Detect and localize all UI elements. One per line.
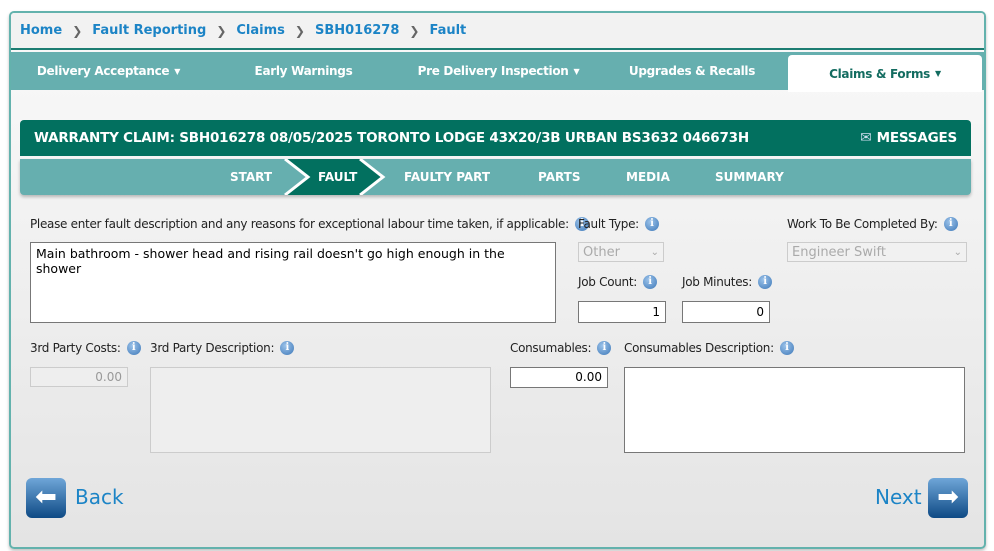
- back-button[interactable]: Back: [75, 485, 124, 509]
- fault-description-label: Please enter fault description and any r…: [30, 217, 589, 231]
- envelope-icon: ✉: [860, 130, 872, 146]
- label-text: 3rd Party Costs:: [30, 341, 121, 355]
- label-text: 3rd Party Description:: [150, 341, 275, 355]
- caret-down-icon: ▼: [573, 66, 580, 76]
- chevron-right-icon: ❯: [294, 23, 305, 38]
- chevron-down-icon: ⌄: [953, 246, 962, 258]
- label-text: Job Minutes:: [682, 275, 752, 289]
- consumables-label: Consumables: i: [510, 341, 612, 355]
- job-count-label: Job Count: i: [578, 275, 657, 289]
- messages-button[interactable]: ✉ MESSAGES: [860, 120, 957, 156]
- breadcrumb-claims[interactable]: Claims: [236, 23, 285, 38]
- label-text: Consumables:: [510, 341, 592, 355]
- info-icon[interactable]: i: [758, 275, 772, 289]
- info-icon[interactable]: i: [597, 341, 612, 355]
- wizard-steps: START FAULT FAULTY PART PARTS MEDIA SUMM…: [20, 159, 971, 195]
- job-minutes-label: Job Minutes: i: [682, 275, 772, 289]
- breadcrumb-claim[interactable]: SBH016278: [315, 23, 399, 38]
- nav-pre-delivery-inspection[interactable]: Pre Delivery Inspection ▼: [401, 52, 596, 90]
- nav-delivery-acceptance[interactable]: Delivery Acceptance ▼: [11, 52, 206, 90]
- chevron-right-icon: ❯: [216, 23, 227, 38]
- chevron-down-icon: ⌄: [650, 246, 659, 258]
- step-fault[interactable]: FAULT: [318, 159, 357, 195]
- label-text: Fault Type:: [578, 217, 639, 231]
- next-arrow-icon[interactable]: ➡: [928, 478, 968, 518]
- work-by-label: Work To Be Completed By: i: [787, 217, 958, 231]
- consumables-description-textarea[interactable]: [624, 367, 965, 453]
- third-party-description-label: 3rd Party Description: i: [150, 341, 295, 355]
- fault-description-textarea[interactable]: Main bathroom - shower head and rising r…: [30, 242, 556, 323]
- third-party-costs-label: 3rd Party Costs: i: [30, 341, 141, 355]
- caret-down-icon: ▼: [935, 69, 941, 78]
- step-start[interactable]: START: [230, 159, 272, 195]
- info-icon[interactable]: i: [280, 341, 295, 355]
- info-icon[interactable]: i: [644, 217, 659, 231]
- label-text: Please enter fault description and any r…: [30, 217, 569, 231]
- messages-label: MESSAGES: [876, 130, 958, 146]
- info-icon[interactable]: i: [126, 341, 141, 355]
- step-summary[interactable]: SUMMARY: [715, 159, 784, 195]
- nav-label: Claims & Forms: [829, 66, 931, 81]
- nav-upgrades-recalls[interactable]: Upgrades & Recalls: [596, 52, 788, 90]
- fault-type-select[interactable]: Other ⌄: [578, 242, 664, 262]
- chevron-right-icon: ❯: [72, 23, 83, 38]
- nav-label: Early Warnings: [254, 64, 353, 78]
- nav-label: Pre Delivery Inspection: [417, 64, 569, 78]
- step-faulty-part[interactable]: FAULTY PART: [404, 159, 490, 195]
- main-nav: Delivery Acceptance ▼ Early Warnings Pre …: [11, 52, 984, 92]
- nav-early-warnings[interactable]: Early Warnings: [206, 52, 401, 90]
- job-count-input[interactable]: 1: [578, 301, 666, 323]
- chevron-right-icon: ❯: [409, 23, 420, 38]
- claim-title: WARRANTY CLAIM: SBH016278 08/05/2025 TOR…: [34, 130, 749, 146]
- info-icon[interactable]: i: [779, 341, 794, 355]
- consumables-description-label: Consumables Description: i: [624, 341, 794, 355]
- back-arrow-icon[interactable]: ⬅: [26, 478, 66, 518]
- nav-label: Delivery Acceptance: [36, 64, 170, 78]
- claim-header: WARRANTY CLAIM: SBH016278 08/05/2025 TOR…: [20, 120, 971, 156]
- main-panel: Home ❯ Fault Reporting ❯ Claims ❯ SBH016278…: [9, 11, 986, 549]
- breadcrumb-fault[interactable]: Fault: [429, 23, 466, 38]
- third-party-description-textarea[interactable]: [150, 367, 491, 453]
- active-step-chevron: [284, 159, 386, 195]
- select-value: Engineer Swift: [792, 244, 886, 260]
- nav-claims-forms[interactable]: Claims & Forms ▼: [788, 55, 982, 92]
- info-icon[interactable]: i: [643, 275, 657, 289]
- breadcrumb: Home ❯ Fault Reporting ❯ Claims ❯ SBH016278…: [11, 13, 984, 50]
- label-text: Job Count:: [578, 275, 637, 289]
- step-parts[interactable]: PARTS: [538, 159, 581, 195]
- fault-type-label: Fault Type: i: [578, 217, 659, 231]
- breadcrumb-home[interactable]: Home: [20, 23, 62, 38]
- label-text: Work To Be Completed By:: [787, 217, 938, 231]
- third-party-costs-input[interactable]: 0.00: [30, 367, 128, 387]
- caret-down-icon: ▼: [174, 66, 181, 76]
- job-minutes-input[interactable]: 0: [682, 301, 770, 323]
- label-text: Consumables Description:: [624, 341, 774, 355]
- step-media[interactable]: MEDIA: [626, 159, 670, 195]
- consumables-input[interactable]: 0.00: [510, 367, 608, 388]
- nav-label: Upgrades & Recalls: [628, 64, 756, 78]
- info-icon[interactable]: i: [943, 217, 958, 231]
- next-button[interactable]: Next: [875, 485, 922, 509]
- select-value: Other: [583, 244, 620, 260]
- breadcrumb-fault-reporting[interactable]: Fault Reporting: [92, 23, 206, 38]
- work-by-select[interactable]: Engineer Swift ⌄: [787, 242, 967, 262]
